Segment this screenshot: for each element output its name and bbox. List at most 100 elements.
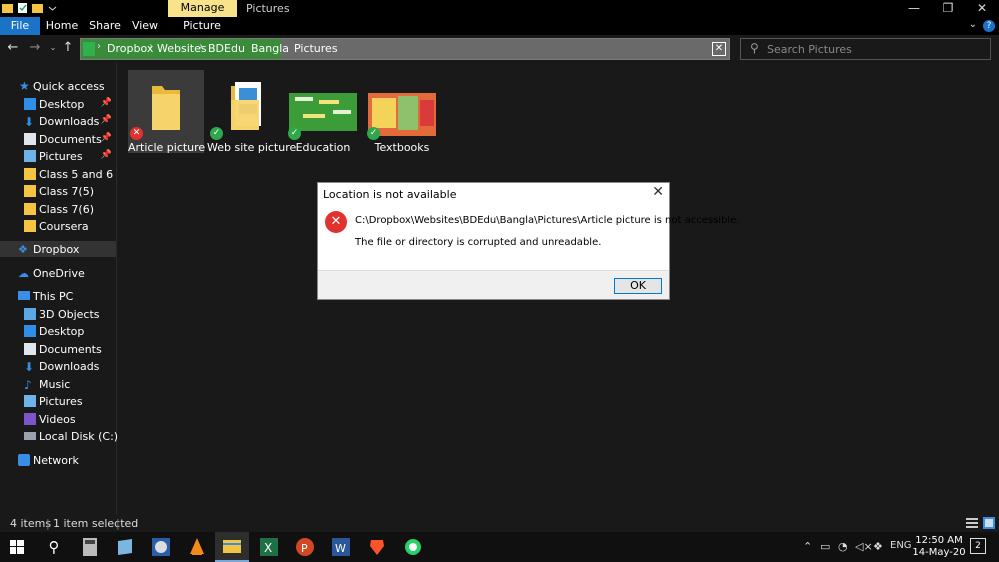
window-title: Pictures [246,2,290,15]
desktop-icon [24,98,36,110]
recent-locations-icon[interactable]: ⌄ [46,41,60,55]
dialog-close-icon[interactable]: ✕ [652,184,664,200]
pictures-icon [24,150,36,162]
sidebar-item-pictures[interactable]: Pictures 📌 [0,148,116,165]
sidebar-item-documents[interactable]: Documents 📌 [0,131,116,148]
dropbox-tray-icon[interactable]: ❖ [873,540,883,553]
brave-icon[interactable] [366,536,388,558]
network-icon [18,454,30,466]
sidebar-item-downloads-pc[interactable]: ⬇ Downloads [0,358,116,375]
tab-home[interactable]: Home [44,17,80,35]
breadcrumb-bdedu[interactable]: BDEdu [208,42,245,55]
forward-icon[interactable]: → [28,41,42,55]
pin-icon[interactable]: 📌 [101,133,112,143]
language-indicator[interactable]: ENG [890,540,912,551]
svg-text:X: X [264,541,272,555]
sidebar-item-downloads[interactable]: ⬇ Downloads 📌 [0,113,116,130]
file-item-article-picture[interactable]: ✕ Article picture [128,70,205,154]
sidebar-item-local-disk[interactable]: Local Disk (C:) [0,428,118,445]
window-controls: — ❐ ✕ [897,0,999,17]
customize-qat-icon[interactable] [47,2,58,14]
sidebar-item-pictures-pc[interactable]: Pictures [0,393,116,410]
clock[interactable]: 12:50 AM 14-May-20 [910,535,968,559]
vlc-icon[interactable] [186,536,208,558]
battery-icon[interactable]: ▭ [820,540,830,553]
pin-icon[interactable]: 📌 [101,98,112,108]
breadcrumb-separator-icon[interactable]: › [199,41,203,52]
calculator-icon[interactable] [79,536,101,558]
file-item-textbooks[interactable]: ✓ Textbooks [364,70,440,154]
pin-icon[interactable]: 📌 [101,115,112,125]
powerpoint-icon[interactable]: P [294,536,316,558]
sidebar-item-videos[interactable]: Videos [0,411,116,428]
sidebar-item-coursera[interactable]: Coursera [0,218,116,235]
sidebar-item-this-pc[interactable]: This PC [0,288,116,305]
tab-picture-tools[interactable]: Picture Tools [170,17,234,50]
excel-icon[interactable]: X [258,536,280,558]
tab-view[interactable]: View [130,17,160,35]
title-bar: Manage Pictures — ❐ ✕ [0,0,999,17]
up-icon[interactable]: ↑ [61,41,75,55]
dialog-detail: The file or directory is corrupted and u… [355,237,602,248]
details-view-icon[interactable] [966,517,978,529]
item-count: 4 items [10,517,52,530]
selection-count: 1 item selected [53,517,139,530]
show-hidden-icons-icon[interactable]: ⌃ [803,540,812,553]
sidebar-item-onedrive[interactable]: ☁ OneDrive [0,265,116,282]
notification-center-icon[interactable]: 2 [970,538,986,554]
breadcrumb-separator-icon[interactable]: › [97,41,101,52]
sidebar-item-class-7-6[interactable]: Class 7(6) [0,201,116,218]
sidebar-item-dropbox[interactable]: ❖ Dropbox [0,241,116,257]
whatsapp-icon[interactable] [402,536,424,558]
properties-icon[interactable] [17,2,28,14]
search-input[interactable] [767,39,987,59]
pin-icon[interactable]: 📌 [101,150,112,160]
ok-button[interactable]: OK [614,278,662,294]
download-icon: ⬇ [24,360,35,374]
breadcrumb-separator-icon[interactable]: › [149,41,153,52]
notepad-icon[interactable] [114,536,136,558]
sidebar-item-quick-access[interactable]: ★ Quick access [0,78,116,95]
sidebar-item-3d-objects[interactable]: 3D Objects [0,306,116,323]
file-item-education[interactable]: ✓ Education [285,70,361,154]
sidebar-item-class-7-5[interactable]: Class 7(5) [0,183,116,200]
help-icon[interactable]: ? [983,20,995,32]
sidebar-item-music[interactable]: ♪ Music [0,376,116,393]
sidebar-item-documents-pc[interactable]: Documents [0,341,116,358]
folder-icon [231,82,261,130]
clear-address-icon[interactable]: ✕ [712,42,726,56]
address-bar[interactable]: › Dropbox › Websites › BDEdu Bangla Pict… [80,38,730,60]
taskbar: ⚲ X P W ⌃ ▭ ◔ ◁× ❖ ENG 12:50 AM 14-May-2… [0,532,999,562]
tab-file[interactable]: File [0,17,40,35]
large-icons-view-icon[interactable] [983,517,995,529]
folder-icon [83,42,95,56]
close-icon[interactable]: ✕ [965,0,999,17]
dialog-footer: OK [318,270,669,299]
sidebar-item-network[interactable]: Network [0,452,116,469]
file-item-web-site-picture[interactable]: ✓ Web site picture [207,70,296,154]
file-explorer-icon[interactable] [215,532,249,562]
sidebar-item-desktop-pc[interactable]: Desktop [0,323,116,340]
search-box[interactable]: ⚲ [740,38,991,60]
breadcrumb-pictures[interactable]: Pictures [294,42,338,55]
search-icon[interactable]: ⚲ [43,536,65,558]
wifi-icon[interactable]: ◔ [838,540,848,553]
sidebar-item-class-5-and-6[interactable]: Class 5 and 6 [0,166,116,183]
word-icon[interactable]: W [330,536,352,558]
back-icon[interactable]: ← [6,41,20,55]
folder-icon [152,86,180,130]
restore-icon[interactable]: ❐ [931,0,965,17]
sidebar-item-desktop[interactable]: Desktop 📌 [0,96,116,113]
navigation-pane: ★ Quick access Desktop 📌 ⬇ Downloads 📌 D… [0,74,118,514]
tab-share[interactable]: Share [88,17,122,35]
minimize-icon[interactable]: — [897,0,931,17]
folder-icon [2,4,13,13]
expand-ribbon-icon[interactable]: ⌄ [969,19,977,30]
manage-tab[interactable]: Manage [168,0,237,17]
photo-viewer-icon[interactable] [150,536,172,558]
breadcrumb-dropbox[interactable]: Dropbox [107,42,153,55]
volume-icon[interactable]: ◁× [855,540,873,553]
breadcrumb-bangla[interactable]: Bangla [251,42,289,55]
windows-icon[interactable] [6,536,28,558]
new-folder-icon[interactable] [32,2,43,14]
